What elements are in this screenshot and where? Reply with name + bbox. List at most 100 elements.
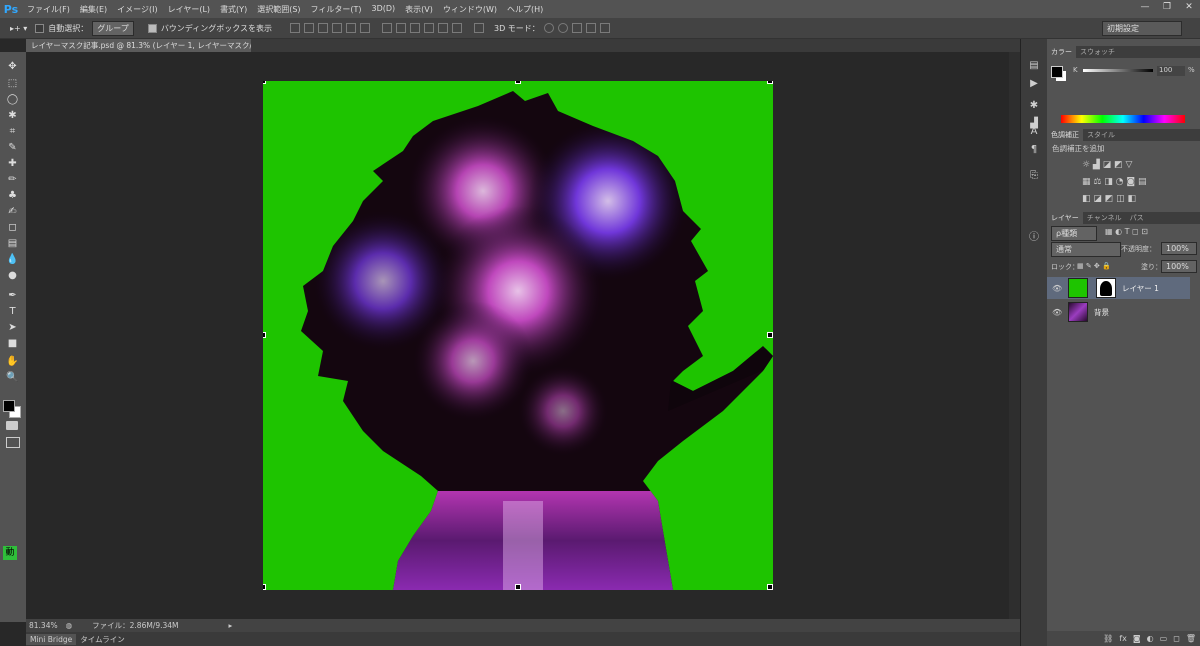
3d-scale-icon[interactable]: [599, 23, 610, 33]
pen-icon[interactable]: ✒: [5, 289, 20, 302]
move-tool-preset-icon[interactable]: ▸+ ▾: [10, 24, 27, 33]
move-icon[interactable]: ✥: [5, 60, 20, 73]
tab-channels[interactable]: チャンネル: [1083, 212, 1126, 224]
menu-item-5[interactable]: 選択範囲(S): [252, 4, 305, 15]
character-icon[interactable]: A: [1028, 125, 1040, 137]
path-select-icon[interactable]: ➤: [5, 321, 20, 334]
tab-paths[interactable]: パス: [1126, 212, 1148, 224]
transform-handle-br[interactable]: [767, 584, 773, 590]
menu-item-3[interactable]: レイヤー(L): [163, 4, 215, 15]
transform-handle-tl[interactable]: [263, 81, 266, 84]
blend-mode-dropdown[interactable]: 通常: [1051, 242, 1121, 257]
blur-icon[interactable]: 💧: [5, 253, 20, 266]
fill-field[interactable]: 100%: [1161, 260, 1197, 273]
link-layers-icon[interactable]: ⛓: [1103, 634, 1113, 643]
align-top-icon[interactable]: [290, 23, 301, 33]
opacity-field[interactable]: 100%: [1161, 242, 1197, 255]
history-brush-icon[interactable]: ✍: [5, 205, 20, 218]
color-spectrum-bar[interactable]: [1061, 115, 1185, 123]
layer-name[interactable]: 背景: [1094, 307, 1109, 318]
distribute-bottom-icon[interactable]: [410, 23, 421, 33]
trash-icon[interactable]: 🗑: [1186, 634, 1196, 643]
zoom-level[interactable]: 81.34%: [29, 621, 58, 630]
transform-handle-tc[interactable]: [515, 81, 521, 84]
brush-presets-icon[interactable]: ✱: [1028, 99, 1040, 111]
eraser-icon[interactable]: ◻: [5, 221, 20, 234]
new-group-icon[interactable]: ▭: [1160, 634, 1168, 643]
3d-slide-icon[interactable]: [585, 23, 596, 33]
transform-handle-mr[interactable]: [767, 332, 773, 338]
auto-align-icon[interactable]: [474, 23, 485, 33]
tab-styles[interactable]: スタイル: [1083, 129, 1119, 141]
minimize-button[interactable]: —: [1134, 0, 1156, 14]
align-center-icon[interactable]: [346, 23, 357, 33]
tab-adjustments[interactable]: 色調補正: [1047, 129, 1083, 141]
brightness-icon[interactable]: ☼ ▟ ◪ ◩ ▽: [1082, 160, 1132, 170]
add-mask-icon[interactable]: ◙: [1133, 634, 1141, 643]
action-badge-icon[interactable]: 動: [3, 546, 17, 560]
3d-drag-icon[interactable]: [571, 23, 582, 33]
menu-item-7[interactable]: 3D(D): [367, 4, 401, 15]
menu-item-10[interactable]: ヘルプ(H): [502, 4, 548, 15]
transform-handle-tr[interactable]: [767, 81, 773, 84]
stamp-icon[interactable]: ♣: [5, 189, 20, 202]
zoom-icon[interactable]: 🔍: [5, 371, 20, 384]
actions-icon[interactable]: ▶: [1028, 77, 1040, 89]
transform-handle-ml[interactable]: [263, 332, 266, 338]
status-expand-icon[interactable]: ▸: [229, 621, 233, 630]
dodge-icon[interactable]: ●: [5, 269, 20, 282]
layer-filter-dropdown[interactable]: ρ種類: [1051, 226, 1097, 241]
distribute-middle-icon[interactable]: [396, 23, 407, 33]
layer-mask-thumbnail[interactable]: [1096, 278, 1116, 298]
fx-icon[interactable]: fx: [1119, 634, 1127, 643]
tab-layers[interactable]: レイヤー: [1047, 212, 1083, 224]
menu-item-9[interactable]: ウィンドウ(W): [438, 4, 502, 15]
new-layer-icon[interactable]: ◻: [1173, 634, 1180, 643]
align-left-icon[interactable]: [332, 23, 343, 33]
new-adjustment-icon[interactable]: ◐: [1147, 634, 1154, 643]
invert-icon[interactable]: ◧ ◪ ◩ ◫ ◧: [1082, 194, 1136, 204]
magic-wand-icon[interactable]: ✱: [5, 109, 20, 122]
crop-icon[interactable]: ⌗: [5, 125, 20, 138]
history-icon[interactable]: ▤: [1028, 59, 1040, 71]
brush-icon[interactable]: ✏: [5, 173, 20, 186]
clone-source-icon[interactable]: ⎘: [1028, 169, 1040, 181]
tab-color[interactable]: カラー: [1047, 46, 1076, 58]
align-bottom-icon[interactable]: [318, 23, 329, 33]
restore-button[interactable]: ❐: [1156, 0, 1178, 14]
marquee-icon[interactable]: ⬚: [5, 77, 20, 90]
menu-item-0[interactable]: ファイル(F): [22, 4, 75, 15]
distribute-top-icon[interactable]: [382, 23, 393, 33]
3d-roll-icon[interactable]: [557, 23, 568, 33]
menu-item-2[interactable]: イメージ(I): [112, 4, 162, 15]
lasso-icon[interactable]: ◯: [5, 93, 20, 106]
align-right-icon[interactable]: [360, 23, 371, 33]
layer-name[interactable]: レイヤー 1: [1122, 283, 1159, 294]
info-icon[interactable]: ⓘ: [1028, 229, 1040, 243]
foreground-color-swatch[interactable]: [3, 400, 15, 412]
gradient-icon[interactable]: ▤: [5, 237, 20, 250]
auto-select-dropdown[interactable]: グループ: [92, 20, 134, 36]
color-slider[interactable]: [1083, 69, 1153, 72]
layer-row[interactable]: 👁 レイヤー 1: [1047, 277, 1190, 299]
hand-icon[interactable]: ✋: [5, 355, 20, 368]
color-foreground-swatch[interactable]: [1051, 66, 1063, 78]
bounding-box-checkbox[interactable]: [147, 23, 157, 33]
layer-filter-icons[interactable]: ▦ ◐ T ◻ ⊡: [1105, 227, 1148, 236]
healing-brush-icon[interactable]: ✚: [5, 157, 20, 170]
menu-item-1[interactable]: 編集(E): [75, 4, 112, 15]
workspace-dropdown[interactable]: 初期設定: [1102, 21, 1182, 36]
visibility-eye-icon[interactable]: 👁: [1052, 308, 1062, 317]
tab-timeline[interactable]: タイムライン: [76, 633, 128, 646]
menu-item-4[interactable]: 書式(Y): [215, 4, 252, 15]
distribute-right-icon[interactable]: [452, 23, 463, 33]
shape-icon[interactable]: ■: [5, 337, 20, 350]
transform-handle-bc[interactable]: [515, 584, 521, 590]
huesat-icon[interactable]: ▦ ⚖ ◨ ◔ ◙ ▤: [1082, 177, 1146, 187]
auto-select-checkbox[interactable]: [35, 23, 45, 33]
quick-mask-icon[interactable]: [6, 421, 18, 430]
tab-swatches[interactable]: スウォッチ: [1076, 46, 1119, 58]
layer-row[interactable]: 👁 背景: [1047, 301, 1190, 323]
document-tab[interactable]: レイヤーマスク記事.psd @ 81.3% (レイヤー 1, レイヤーマスク/8…: [26, 39, 251, 52]
3d-rotate-icon[interactable]: [543, 23, 554, 33]
